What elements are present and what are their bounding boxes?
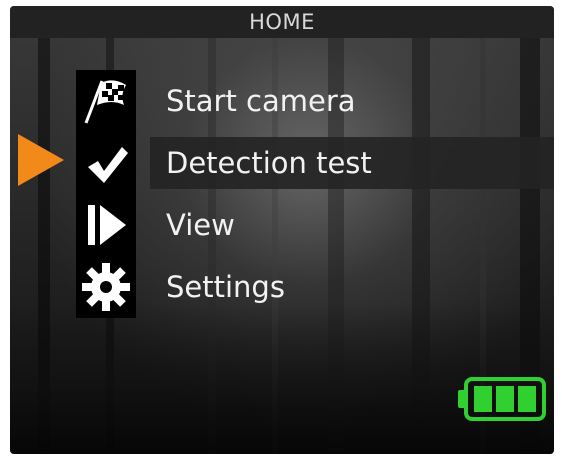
checkered-flag-icon: [76, 70, 136, 132]
page-title: HOME: [249, 10, 315, 34]
menu-item-label: View: [166, 208, 235, 242]
main-menu: Start camera Detection test View Setting…: [76, 70, 554, 318]
menu-item-detection-test[interactable]: Detection test: [76, 132, 554, 194]
camera-screen: HOME Start camera Detection test View Se…: [10, 6, 554, 454]
title-bar: HOME: [10, 6, 554, 38]
menu-item-label: Detection test: [166, 146, 372, 180]
menu-item-view[interactable]: View: [76, 194, 554, 256]
menu-item-label: Settings: [166, 270, 285, 304]
menu-item-label: Start camera: [166, 84, 356, 118]
battery-icon: [458, 376, 546, 422]
menu-item-start-camera[interactable]: Start camera: [76, 70, 554, 132]
checkmark-icon: [76, 132, 136, 194]
selection-pointer-icon: [18, 134, 64, 186]
gear-icon: [76, 256, 136, 318]
menu-item-settings[interactable]: Settings: [76, 256, 554, 318]
play-icon: [76, 194, 136, 256]
